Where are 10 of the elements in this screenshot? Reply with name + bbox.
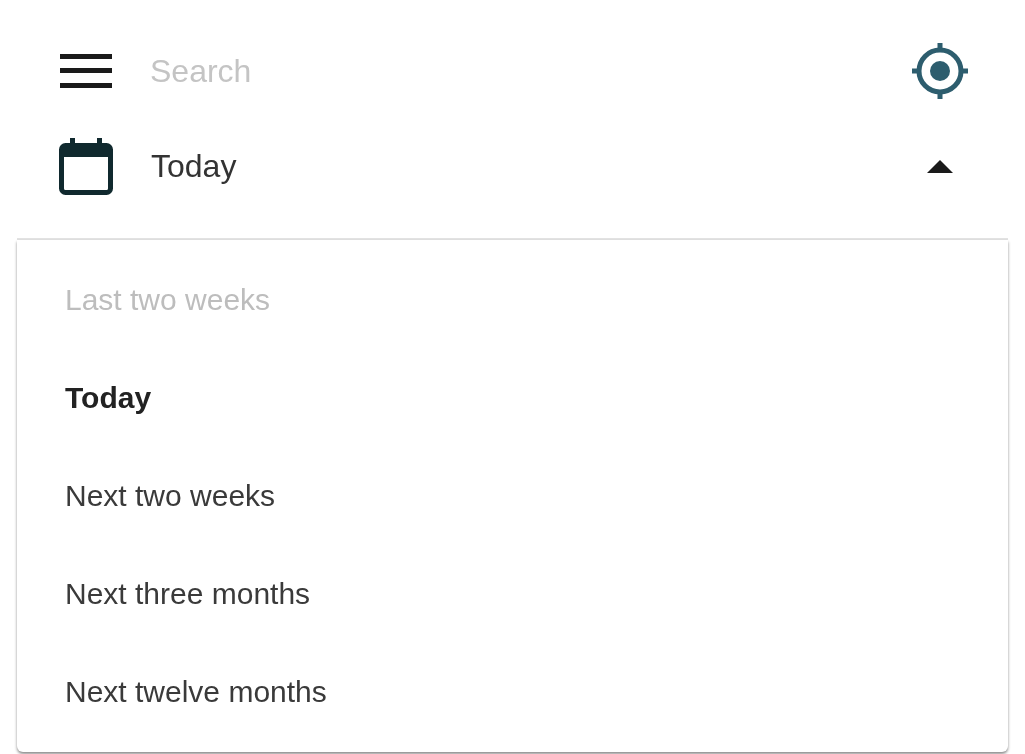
- location-icon[interactable]: [910, 41, 970, 101]
- menu-item[interactable]: Next two weeks: [17, 446, 1008, 544]
- date-dropdown[interactable]: Today: [0, 126, 1025, 206]
- menu-item[interactable]: Today: [17, 348, 1008, 446]
- search-field[interactable]: Search: [150, 47, 910, 95]
- menu-item[interactable]: Next twelve months: [17, 642, 1008, 740]
- date-value: Today: [151, 147, 238, 186]
- menu-item[interactable]: Next three months: [17, 544, 1008, 642]
- calendar-icon: [59, 137, 113, 195]
- menu-icon[interactable]: [60, 54, 112, 88]
